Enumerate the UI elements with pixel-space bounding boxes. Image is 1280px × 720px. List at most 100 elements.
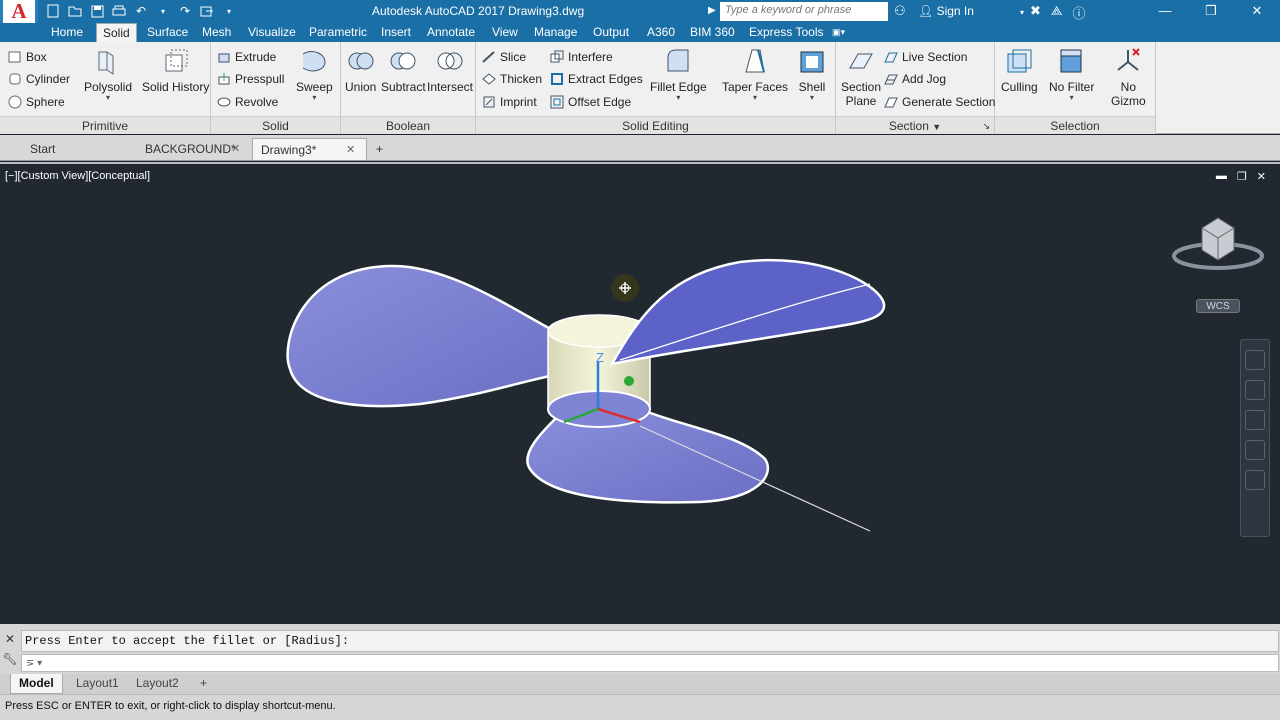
tab-solid[interactable]: Solid: [96, 23, 137, 42]
undo-dropdown-icon[interactable]: ▾: [154, 2, 172, 20]
revolve-button[interactable]: Revolve: [217, 92, 278, 112]
add-jog-button[interactable]: Add Jog: [884, 69, 946, 89]
minimize-button[interactable]: —: [1142, 0, 1188, 23]
customize-icon[interactable]: 🔧︎: [2, 652, 18, 666]
offset-edge-button[interactable]: Offset Edge: [550, 92, 631, 112]
ribbon-minimize-icon[interactable]: ▣▾: [826, 23, 851, 42]
union-button[interactable]: Union: [345, 46, 376, 94]
tab-parametric[interactable]: Parametric: [303, 23, 373, 42]
fillet-edge-button[interactable]: Fillet Edge ▾: [650, 46, 707, 102]
file-tab-background[interactable]: BACKGROUND* ✕: [137, 138, 247, 160]
interfere-icon: [550, 50, 564, 63]
showmotion-icon[interactable]: [1245, 470, 1265, 490]
a360-icon[interactable]: ⟁: [1051, 3, 1063, 22]
viewcube[interactable]: [1172, 214, 1266, 274]
thicken-icon: [482, 73, 496, 85]
model-tab[interactable]: Model: [10, 674, 63, 694]
zoom-extents-icon[interactable]: [1245, 410, 1265, 430]
orbit-icon[interactable]: [1245, 440, 1265, 460]
layout1-tab[interactable]: Layout1: [68, 674, 127, 694]
shell-button[interactable]: Shell ▾: [797, 46, 827, 102]
file-tab-drawing3[interactable]: Drawing3* ✕: [252, 138, 367, 160]
slice-button[interactable]: Slice: [482, 47, 526, 67]
new-tab-button[interactable]: +: [370, 138, 394, 160]
search-expand-icon[interactable]: ▶: [708, 5, 716, 16]
customize-qat-icon[interactable]: ▾: [220, 2, 238, 20]
live-section-button[interactable]: Live Section: [884, 47, 967, 67]
interfere-button[interactable]: Interfere: [550, 47, 613, 67]
no-gizmo-button[interactable]: No Gizmo: [1111, 46, 1146, 108]
no-filter-dropdown-icon: ▾: [1069, 93, 1074, 102]
tab-visualize[interactable]: Visualize: [242, 23, 302, 42]
help-icon[interactable]: ⓘ: [1073, 3, 1086, 22]
tab-bim360[interactable]: BIM 360: [684, 23, 741, 42]
add-jog-icon: [884, 74, 898, 85]
tab-mesh[interactable]: Mesh: [196, 23, 237, 42]
tab-annotate[interactable]: Annotate: [421, 23, 481, 42]
extract-edges-label: Extract Edges: [568, 72, 643, 86]
tab-a360[interactable]: A360: [641, 23, 681, 42]
save-icon[interactable]: [88, 2, 106, 20]
drawing-viewport[interactable]: [−][Custom View][Conceptual] ▬ ❐ ✕ Z WCS: [0, 162, 1280, 624]
no-filter-button[interactable]: No Filter ▾: [1049, 46, 1094, 102]
section-dialog-launcher-icon[interactable]: ↘: [982, 117, 990, 135]
plot-icon[interactable]: [110, 2, 128, 20]
maximize-button[interactable]: ❐: [1188, 0, 1234, 23]
application-menu-button[interactable]: A: [0, 0, 38, 23]
section-plane-button[interactable]: Section Plane: [841, 46, 881, 108]
grip-point[interactable]: [624, 376, 634, 386]
command-input[interactable]: ⋝ ▾: [21, 654, 1279, 672]
polysolid-button[interactable]: Polysolid ▾: [84, 46, 132, 102]
sphere-button[interactable]: Sphere: [8, 92, 65, 112]
propeller-model[interactable]: Z: [0, 164, 1280, 624]
new-file-icon[interactable]: [44, 2, 62, 20]
open-folder-icon[interactable]: [66, 2, 84, 20]
intersect-button[interactable]: Intersect: [427, 46, 473, 94]
sweep-dropdown-icon: ▾: [312, 93, 317, 102]
sign-in-button[interactable]: 👤︎ Sign In ▾: [918, 4, 1024, 18]
add-layout-button[interactable]: +: [192, 674, 215, 694]
taper-faces-button[interactable]: Taper Faces ▾: [722, 46, 788, 102]
thicken-button[interactable]: Thicken: [482, 69, 542, 89]
box-button[interactable]: Box: [8, 47, 47, 67]
binoculars-icon[interactable]: ⚇: [894, 3, 906, 19]
tab-home[interactable]: Home: [45, 23, 89, 42]
command-prompt-icon[interactable]: ⋝ ▾: [22, 658, 42, 669]
search-input[interactable]: Type a keyword or phrase: [720, 2, 888, 21]
presspull-button[interactable]: Presspull: [217, 69, 284, 89]
close-command-line-icon[interactable]: ✕: [2, 632, 18, 646]
section-dropdown-icon: ▼: [932, 122, 942, 132]
culling-button[interactable]: Culling: [1001, 46, 1038, 94]
revolve-label: Revolve: [235, 95, 279, 109]
tab-express-tools[interactable]: Express Tools: [743, 23, 829, 42]
extract-edges-button[interactable]: Extract Edges: [550, 69, 643, 89]
extrude-button[interactable]: Extrude: [217, 47, 276, 67]
tab-insert[interactable]: Insert: [375, 23, 417, 42]
undo-icon[interactable]: ↶: [132, 2, 150, 20]
subtract-button[interactable]: Subtract: [381, 46, 426, 94]
close-button[interactable]: ✕: [1234, 0, 1280, 23]
imprint-button[interactable]: Imprint: [482, 92, 537, 112]
layout2-tab[interactable]: Layout2: [128, 674, 187, 694]
cylinder-button[interactable]: Cylinder: [8, 69, 70, 89]
solid-history-button[interactable]: Solid History: [142, 46, 209, 94]
wcs-menu[interactable]: WCS: [1196, 299, 1240, 313]
close-tab-icon[interactable]: ✕: [231, 138, 240, 160]
file-tab-start[interactable]: Start: [22, 138, 134, 160]
sweep-button[interactable]: Sweep ▾: [296, 46, 333, 102]
tab-view[interactable]: View: [486, 23, 524, 42]
share-icon[interactable]: [198, 2, 216, 20]
redo-icon[interactable]: ↷: [176, 2, 194, 20]
panel-title-section[interactable]: Section ▼ ↘: [836, 116, 994, 134]
close-tab-icon[interactable]: ✕: [346, 139, 355, 161]
tab-surface[interactable]: Surface: [141, 23, 194, 42]
tab-manage[interactable]: Manage: [528, 23, 583, 42]
blade-left: [286, 264, 562, 408]
generate-section-button[interactable]: Generate Section: [884, 92, 995, 112]
no-filter-label: No Filter: [1049, 80, 1095, 94]
steering-wheel-icon[interactable]: [1245, 350, 1265, 370]
user-icon: 👤︎: [918, 4, 937, 18]
tab-output[interactable]: Output: [587, 23, 635, 42]
pan-icon[interactable]: [1245, 380, 1265, 400]
exchange-apps-icon[interactable]: ✖: [1030, 3, 1041, 22]
